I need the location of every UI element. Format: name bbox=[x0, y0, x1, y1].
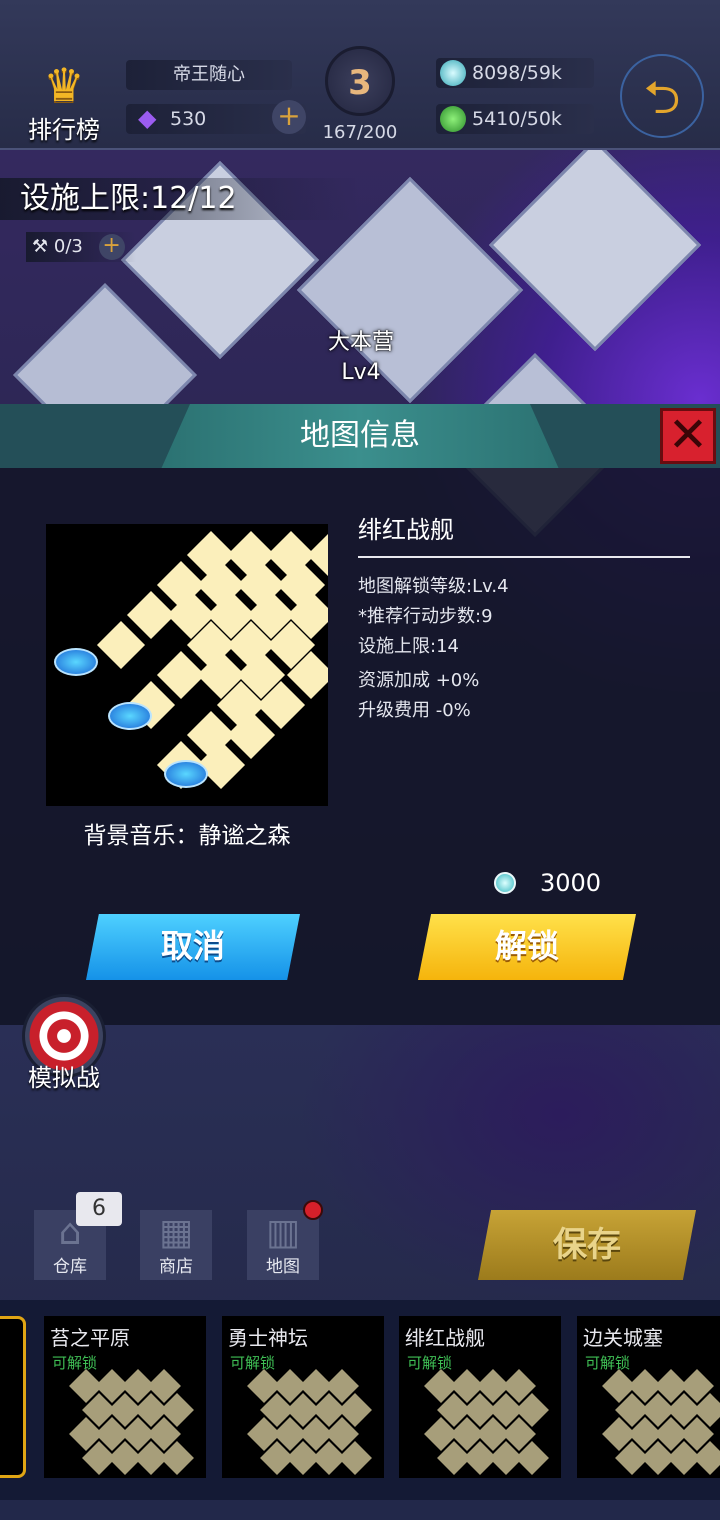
unlock-level: 地图解锁等级:Lv.4 bbox=[358, 576, 509, 597]
crystal-icon bbox=[440, 60, 466, 86]
recommended-steps: *推荐行动步数:9 bbox=[358, 606, 493, 627]
portal-icon bbox=[54, 648, 98, 676]
gem-icon: ◆ bbox=[138, 104, 157, 132]
map-card-status: 可解锁 bbox=[407, 1354, 453, 1372]
map-tile bbox=[488, 150, 702, 352]
facility-cap: 设施上限:12/12 bbox=[0, 178, 360, 220]
map-button[interactable]: ▥ 地图 bbox=[247, 1210, 319, 1280]
herb-icon bbox=[440, 106, 466, 132]
map-card[interactable]: 勇士神坛 可解锁 bbox=[222, 1316, 384, 1478]
trophy-level[interactable]: 3 167/200 bbox=[312, 46, 408, 146]
map-name: 绯红战舰 bbox=[358, 510, 690, 558]
unlock-cost: 3000 bbox=[540, 869, 602, 897]
shop-icon: ▦ bbox=[158, 1212, 193, 1253]
save-button[interactable]: 保存 bbox=[478, 1210, 696, 1280]
close-icon: ✕ bbox=[667, 407, 709, 463]
tools-counter: ⚒ 0/3 + bbox=[26, 232, 136, 262]
unlock-button[interactable]: 解锁 bbox=[418, 914, 636, 980]
herb-resource: 5410/50k bbox=[436, 104, 594, 134]
trophy-progress: 167/200 bbox=[322, 122, 398, 143]
facility-limit: 设施上限:14 bbox=[358, 636, 459, 657]
wrench-icon: ⚒ bbox=[32, 236, 49, 257]
tools-count: 0/3 bbox=[53, 236, 83, 257]
notification-dot bbox=[303, 1200, 323, 1220]
simulation-label: 模拟战 bbox=[28, 1064, 100, 1092]
username: 帝王随心 bbox=[126, 60, 292, 90]
crystal-resource: 8098/59k bbox=[436, 58, 594, 88]
map-label: 地图 bbox=[266, 1257, 300, 1277]
map-card[interactable]: 边关城塞 可解锁 bbox=[577, 1316, 720, 1478]
simulation-battle-button[interactable]: 模拟战 bbox=[4, 994, 124, 1093]
map-grid-cell bbox=[96, 620, 146, 670]
dialog-title: 地图信息 bbox=[300, 418, 420, 453]
map-card-status: 可解锁 bbox=[230, 1354, 276, 1372]
map-card-name: 勇士神坛 bbox=[228, 1326, 308, 1350]
back-arrow-icon[interactable]: ⮌ bbox=[620, 54, 704, 138]
crown-icon: ♛ bbox=[43, 58, 85, 112]
map-card-status: 可解锁 bbox=[52, 1354, 98, 1372]
resource-bonus: 资源加成 +0% bbox=[358, 670, 480, 691]
portal-icon bbox=[108, 702, 152, 730]
crystal-amount: 8098/59k bbox=[472, 62, 562, 84]
warehouse-badge: 6 bbox=[76, 1192, 122, 1226]
leaderboard-label: 排行榜 bbox=[28, 116, 100, 144]
map-preview bbox=[46, 524, 328, 806]
shop-label: 商店 bbox=[159, 1257, 193, 1277]
herb-amount: 5410/50k bbox=[472, 108, 562, 130]
map-card-name: 边关城塞 bbox=[583, 1326, 663, 1350]
leaderboard-button[interactable]: ♛ 排行榜 bbox=[18, 60, 110, 150]
add-tools-button[interactable]: + bbox=[98, 234, 125, 260]
map-card-status: 可解锁 bbox=[585, 1354, 631, 1372]
map-card-previous[interactable] bbox=[0, 1316, 26, 1478]
headquarters-level: Lv4 bbox=[341, 360, 381, 385]
warehouse-label: 仓库 bbox=[53, 1257, 87, 1277]
close-button[interactable]: ✕ bbox=[660, 408, 716, 464]
map-card[interactable]: 绯红战舰 可解锁 bbox=[399, 1316, 561, 1478]
headquarters-name: 大本营 bbox=[327, 330, 394, 355]
upgrade-cost: 升级费用 -0% bbox=[358, 700, 471, 721]
map-card-name: 苔之平原 bbox=[50, 1326, 130, 1350]
trophy-icon: 3 bbox=[325, 46, 395, 116]
map-card[interactable]: 苔之平原 可解锁 bbox=[44, 1316, 206, 1478]
portal-icon bbox=[164, 760, 208, 788]
background-music: 背景音乐：静谧之森 bbox=[83, 823, 291, 849]
map-card-name: 绯红战舰 bbox=[405, 1326, 485, 1350]
cancel-button[interactable]: 取消 bbox=[86, 914, 300, 980]
headquarters-building[interactable]: 大本营 Lv4 bbox=[316, 328, 406, 388]
add-gems-button[interactable]: + bbox=[272, 100, 306, 134]
shop-button[interactable]: ▦ 商店 bbox=[140, 1210, 212, 1280]
